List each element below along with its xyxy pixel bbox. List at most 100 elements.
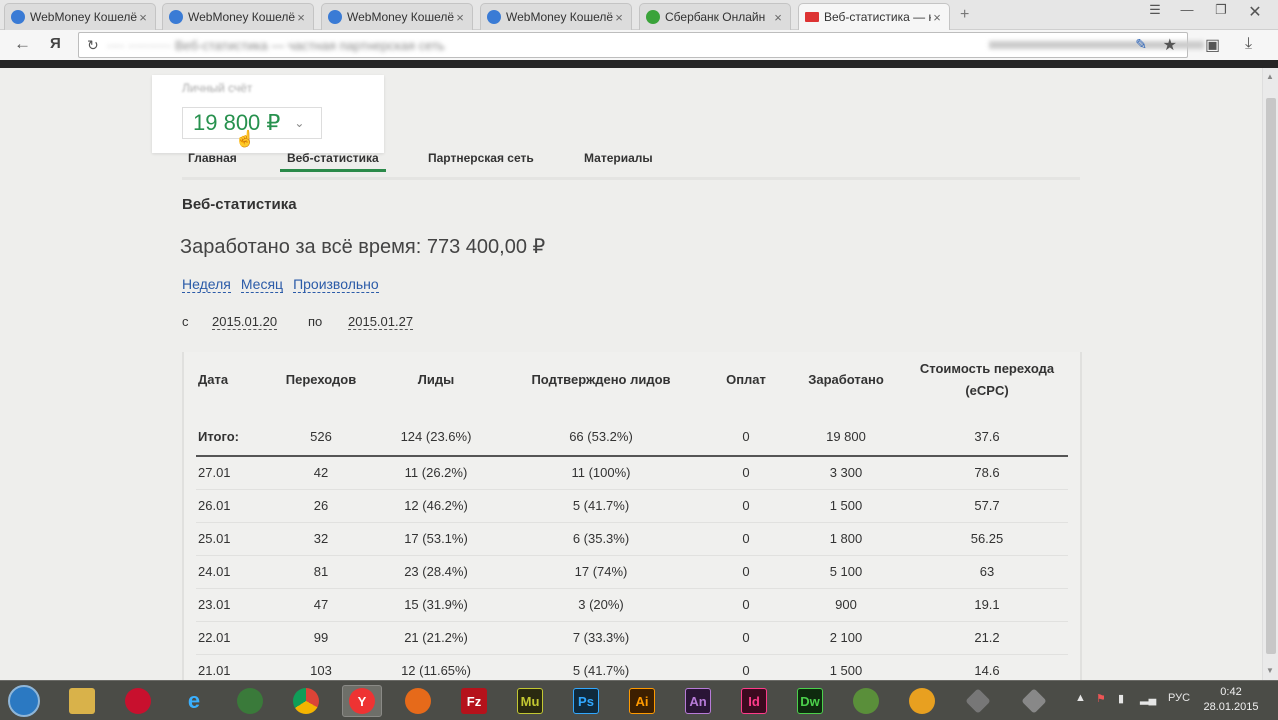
start-button-icon[interactable] [8, 685, 40, 717]
table-cell: 0 [706, 555, 786, 589]
table-cell: 7 (33.3%) [496, 621, 706, 655]
browser-tab-active[interactable]: Веб-статистика — ка × [798, 3, 950, 30]
filezilla-icon[interactable]: Fz [454, 685, 494, 717]
photoshop-icon[interactable]: Ps [566, 685, 606, 717]
table-cell: 26.01 [196, 489, 266, 523]
table-cell: 47 [266, 588, 376, 622]
close-icon[interactable]: × [613, 10, 625, 25]
table-cell: 11 (100%) [496, 456, 706, 490]
star-icon[interactable]: ★ [1163, 35, 1177, 55]
close-icon[interactable]: × [137, 10, 149, 25]
table-cell: 17 (74%) [496, 555, 706, 589]
table-cell: 0 [706, 588, 786, 622]
from-label: с [182, 314, 189, 329]
download-icon[interactable]: ⤓ [1245, 35, 1252, 53]
signal-icon[interactable]: ▂▄ [1140, 692, 1156, 705]
table-cell: 0 [706, 408, 786, 457]
table-cell: 21.01 [196, 654, 266, 680]
from-date-picker[interactable]: 2015.01.20 [212, 314, 278, 330]
table-cell: 32 [266, 522, 376, 556]
earned-total: Заработано за всё время: 773 400,00 ₽ [180, 236, 546, 258]
internet-explorer-icon[interactable]: e [174, 685, 214, 717]
evernote-icon[interactable] [846, 685, 886, 717]
table-cell: 42 [266, 456, 376, 490]
browser-tab[interactable]: WebMoney Кошелёк - × [321, 3, 473, 30]
browser-toolbar: ← Я ↻ ···· ·········· Веб-статистика — ч… [0, 30, 1278, 60]
column-header[interactable]: Заработано [786, 352, 906, 408]
table-cell: 23.01 [196, 588, 266, 622]
page-content: Личный счёт 19 800 ₽ ⌄ Главная Веб-стати… [0, 68, 1262, 680]
yandex-browser-icon[interactable]: Y [342, 685, 382, 717]
address-bar[interactable]: ↻ ···· ·········· Веб-статистика — частн… [78, 32, 1204, 58]
language-indicator[interactable]: РУС [1168, 692, 1190, 704]
column-header[interactable]: Подтверждено лидов [496, 352, 706, 408]
site-top-bar [0, 60, 1278, 68]
yandex-button[interactable]: Я [50, 35, 61, 52]
opera-icon[interactable] [118, 685, 158, 717]
clock-time: 0:42 [1220, 686, 1242, 698]
close-window-icon[interactable]: ✕ [1240, 2, 1270, 22]
file-explorer-icon[interactable] [62, 685, 102, 717]
maximize-icon[interactable]: ❐ [1206, 2, 1236, 18]
minimize-icon[interactable]: — [1172, 2, 1202, 17]
scrollbar[interactable]: ▲ ▼ [1262, 68, 1278, 680]
column-header[interactable]: Лиды [376, 352, 496, 408]
new-tab-icon[interactable]: + [960, 6, 969, 24]
to-date-picker[interactable]: 2015.01.27 [348, 314, 414, 330]
webmoney-icon [328, 10, 342, 24]
illustrator-icon[interactable]: Ai [622, 685, 662, 717]
battery-icon[interactable]: ▮ [1118, 692, 1124, 705]
tab-strip: WebMoney Кошелёк - × WebMoney Кошелёк - … [0, 0, 1278, 30]
headphones-app-icon[interactable] [902, 685, 942, 717]
nav-item-web-stats[interactable]: Веб-статистика [280, 151, 386, 172]
column-header[interactable]: Оплат [706, 352, 786, 408]
system-clock[interactable]: 0:42 28.01.2015 [1200, 685, 1262, 715]
close-icon[interactable]: × [454, 10, 466, 25]
period-month-link[interactable]: Месяц [240, 276, 284, 293]
reading-mode-icon[interactable]: ▣ [1205, 35, 1220, 55]
table-cell: Итого: [196, 408, 266, 457]
table-cell: 6 (35.3%) [496, 522, 706, 556]
reload-icon[interactable]: ↻ [87, 37, 107, 54]
browser-tab[interactable]: WebMoney Кошелёк - × [480, 3, 632, 30]
app-icon[interactable] [958, 685, 998, 717]
firefox-icon[interactable] [398, 685, 438, 717]
scrollbar-thumb[interactable] [1266, 98, 1276, 654]
browser-tab[interactable]: WebMoney Кошелёк - × [4, 3, 156, 30]
nav-item-partner-network[interactable]: Партнерская сеть [428, 151, 534, 165]
resource-monitor-icon[interactable] [230, 685, 270, 717]
browser-tab[interactable]: WebMoney Кошелёк - × [162, 3, 314, 30]
table-cell: 19.1 [906, 588, 1068, 622]
url-text[interactable]: ···· ·········· Веб-статистика — частная… [107, 38, 445, 53]
column-header[interactable]: Дата [196, 352, 266, 408]
table-cell: 23 (28.4%) [376, 555, 496, 589]
scroll-up-icon[interactable]: ▲ [1266, 72, 1274, 81]
app-icon[interactable] [1014, 685, 1054, 717]
table-cell: 2 100 [786, 621, 906, 655]
nav-item-main[interactable]: Главная [188, 151, 237, 165]
dreamweaver-icon[interactable]: Dw [790, 685, 830, 717]
column-header[interactable]: Переходов [266, 352, 376, 408]
close-icon[interactable]: × [931, 10, 943, 25]
nav-item-materials[interactable]: Материалы [584, 151, 653, 165]
network-error-icon[interactable]: ⚑ [1096, 692, 1106, 705]
tab-title: WebMoney Кошелёк - [188, 10, 295, 24]
tray-expand-icon[interactable]: ▲ [1075, 692, 1086, 704]
menu-icon[interactable]: ☰ [1140, 2, 1170, 18]
period-week-link[interactable]: Неделя [182, 276, 231, 293]
browser-tab[interactable]: Сбербанк Онлайн × [639, 3, 791, 30]
muse-icon[interactable]: Mu [510, 685, 550, 717]
to-label: по [308, 314, 323, 329]
animate-icon[interactable]: An [678, 685, 718, 717]
period-custom-link[interactable]: Произвольно [293, 276, 379, 293]
back-arrow-icon[interactable]: ← [14, 34, 31, 54]
indesign-icon[interactable]: Id [734, 685, 774, 717]
chrome-icon[interactable] [286, 685, 326, 717]
pen-icon[interactable]: ✎ [1135, 36, 1147, 53]
close-icon[interactable]: × [295, 10, 307, 25]
column-header[interactable]: Стоимость перехода (eCPC) [906, 352, 1068, 408]
close-icon[interactable]: × [772, 10, 784, 25]
webmoney-icon [11, 10, 25, 24]
scroll-down-icon[interactable]: ▼ [1266, 666, 1274, 675]
stats-table-panel: Дата Переходов Лиды Подтверждено лидов О… [182, 352, 1082, 680]
